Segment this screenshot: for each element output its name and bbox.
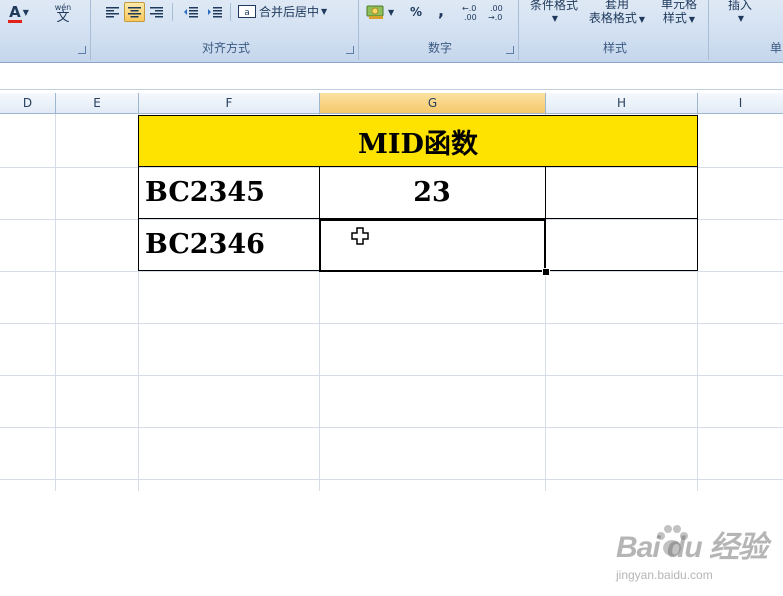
font-group: A ▼ wén 文 <box>0 0 91 60</box>
phonetic-guide-button[interactable]: wén 文 <box>46 0 80 26</box>
percent-icon: % <box>409 5 423 19</box>
cells-group: 插入 ▼ 单 <box>712 0 783 60</box>
svg-text:→.0: →.0 <box>488 13 502 22</box>
styles-group-label: 样式 <box>602 41 627 55</box>
format-as-table-label: 表格格式 ▼ <box>588 11 646 25</box>
align-center-icon <box>128 6 141 17</box>
chevron-down-icon: ▼ <box>321 6 328 16</box>
alignment-dialog-launcher-icon[interactable] <box>346 46 354 54</box>
column-header-f[interactable]: F <box>139 93 320 113</box>
number-group-label: 数字 <box>427 41 452 55</box>
conditional-formatting-label: 条件格式 <box>529 0 578 12</box>
insert-button[interactable]: 插入 ▼ <box>718 0 762 32</box>
svg-text:.00: .00 <box>464 13 477 22</box>
merge-center-label: 合并后居中 <box>259 4 320 19</box>
cell-h3[interactable] <box>545 167 698 219</box>
cell-styles-label-top: 单元格 <box>660 0 697 11</box>
worksheet-grid[interactable]: MID函数 BC2345 23 BC2346 Bai du 经验 jingyan… <box>0 114 783 582</box>
column-header-e[interactable]: E <box>56 93 139 113</box>
comma-style-button[interactable]: , <box>434 0 448 20</box>
watermark-url: jingyan.baidu.com <box>616 568 713 582</box>
code-value: BC2345 <box>145 177 265 208</box>
mid-result-value: 23 <box>413 177 451 208</box>
code-value: BC2346 <box>145 229 265 260</box>
align-center-button[interactable] <box>124 2 145 22</box>
styles-group: 条件格式 ▼ 套用 表格格式 ▼ 单元格 样式 ▼ 样式 <box>522 0 709 60</box>
watermark-brand: Bai du 经验 <box>616 531 768 564</box>
cell-f3[interactable]: BC2345 <box>138 167 320 219</box>
sheet-title: MID函数 <box>358 128 478 160</box>
increase-indent-button[interactable] <box>204 2 225 22</box>
insert-label: 插入 <box>727 0 752 12</box>
decrease-decimal-button[interactable]: .00 →.0 <box>486 3 508 23</box>
font-color-icon: A <box>8 3 22 23</box>
align-right-icon <box>150 6 163 17</box>
cell-f4[interactable]: BC2346 <box>138 219 320 271</box>
column-header-i[interactable]: I <box>698 93 783 113</box>
alignment-group: a 合并后居中 ▼ 对齐方式 <box>94 0 359 60</box>
percent-style-button[interactable]: % <box>406 4 426 20</box>
increase-indent-icon <box>207 6 222 17</box>
ribbon: A ▼ wén 文 a 合并后居中 ▼ 对齐方式 ▼ % , ←.0 .00 .… <box>0 0 783 63</box>
merge-center-button[interactable]: a 合并后居中 ▼ <box>238 2 327 20</box>
svg-text:←.0: ←.0 <box>462 4 476 13</box>
baidu-jingyan-watermark: Bai du 经验 jingyan.baidu.com <box>612 516 782 596</box>
cell-h4[interactable] <box>545 219 698 271</box>
chevron-down-icon: ▼ <box>551 14 559 23</box>
cell-g3[interactable]: 23 <box>319 167 546 219</box>
conditional-formatting-button[interactable]: 条件格式 ▼ <box>524 0 584 32</box>
column-header-h[interactable]: H <box>546 93 698 113</box>
increase-decimal-button[interactable]: ←.0 .00 <box>460 3 482 23</box>
cell-styles-label: 样式 ▼ <box>662 11 696 25</box>
decrease-indent-button[interactable] <box>180 2 201 22</box>
cell-select-cursor-icon <box>351 227 369 249</box>
chevron-down-icon: ▼ <box>388 7 395 17</box>
format-as-table-label-top: 套用 <box>604 0 629 11</box>
cell-styles-button[interactable]: 单元格 样式 ▼ <box>654 0 704 32</box>
chevron-down-icon: ▼ <box>22 7 29 17</box>
column-header-d[interactable]: D <box>0 93 56 113</box>
chevron-down-icon: ▼ <box>737 14 745 23</box>
align-right-button[interactable] <box>146 2 167 22</box>
merge-cells-icon: a <box>238 4 256 18</box>
phonetic-char: 文 <box>56 10 70 25</box>
align-left-button[interactable] <box>102 2 123 22</box>
format-as-table-button[interactable]: 套用 表格格式 ▼ <box>584 0 650 32</box>
currency-icon <box>366 5 384 19</box>
fill-handle[interactable] <box>542 268 550 276</box>
alignment-group-label: 对齐方式 <box>201 41 250 55</box>
font-color-button[interactable]: A ▼ <box>4 2 34 23</box>
number-dialog-launcher-icon[interactable] <box>506 46 514 54</box>
decrease-decimal-icon: .00 →.0 <box>488 4 503 22</box>
align-left-icon <box>106 6 119 17</box>
decrease-indent-icon <box>183 6 198 17</box>
font-dialog-launcher-icon[interactable] <box>78 46 86 54</box>
svg-text:a: a <box>244 8 250 18</box>
title-cell[interactable]: MID函数 <box>138 115 698 167</box>
comma-icon: , <box>437 0 445 20</box>
increase-decimal-icon: ←.0 .00 <box>462 4 477 22</box>
cells-group-label: 单 <box>770 41 783 55</box>
number-group: ▼ % , ←.0 .00 .00 →.0 数字 <box>362 0 519 60</box>
accounting-format-button[interactable]: ▼ <box>366 2 394 22</box>
svg-text:.00: .00 <box>490 4 503 13</box>
column-headers: D E F G H I <box>0 93 783 114</box>
formula-bar-area[interactable] <box>0 63 783 90</box>
column-header-g[interactable]: G <box>320 93 546 113</box>
